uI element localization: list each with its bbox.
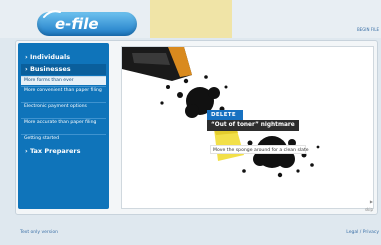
sidebar-subitem-more-accurate[interactable]: More accurate than paper filing <box>21 118 106 133</box>
skip-button[interactable]: ▶ skip <box>361 198 373 212</box>
text-only-link[interactable]: Text only version <box>20 229 60 237</box>
sidebar-subitem-getting-started[interactable]: Getting started <box>21 134 106 143</box>
delete-label: DELETE <box>207 110 243 120</box>
legal-link[interactable]: Legal / Privacy <box>339 229 379 237</box>
sidebar-nav: › Individuals › Businesses More forms th… <box>18 43 109 209</box>
header-gold-accent <box>150 0 232 38</box>
sidebar-subitem-more-forms[interactable]: More forms than ever <box>21 76 106 85</box>
scene-caption: Move the sponge around for a clean slate <box>210 145 309 154</box>
sidebar-item-individuals[interactable]: › Individuals <box>21 52 106 63</box>
sidebar-subitem-electronic-payment[interactable]: Electronic payment options <box>21 102 106 117</box>
sidebar-item-tax-preparers[interactable]: › Tax Preparers <box>21 146 106 157</box>
scene-title: “Out of toner” nightmare <box>207 120 299 131</box>
sidebar-item-businesses[interactable]: › Businesses <box>21 64 106 75</box>
efile-logo[interactable]: e-file <box>37 9 137 38</box>
toner-cartridge <box>122 47 192 81</box>
top-link[interactable]: BEGIN FILE <box>345 26 379 34</box>
animation-stage[interactable]: DELETE “Out of toner” nightmare Move the… <box>121 46 374 212</box>
sponge-icon <box>214 127 244 161</box>
toner-splatter-right <box>242 136 320 178</box>
sidebar-subitem-more-convenient[interactable]: More convenient than paper filing <box>21 86 106 101</box>
logo-text: e-file <box>55 15 99 33</box>
